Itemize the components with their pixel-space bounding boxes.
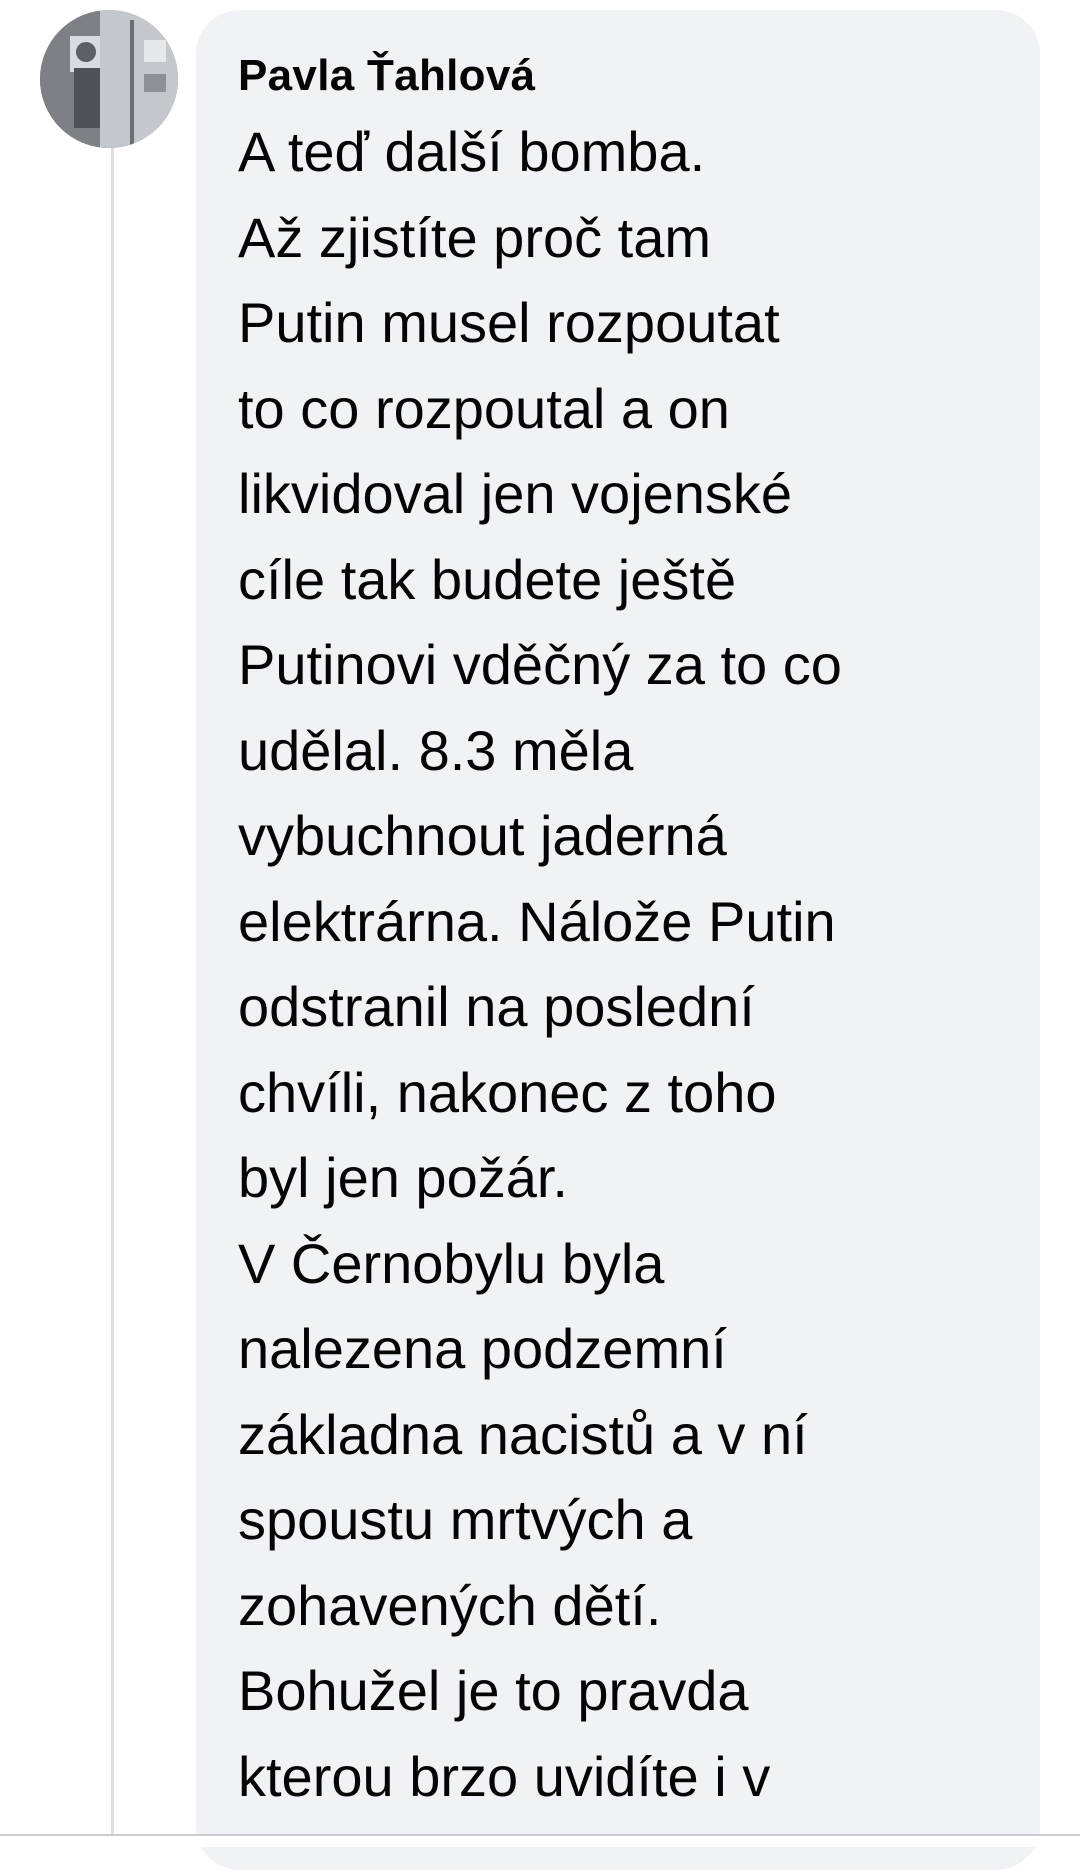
comment-line: elektrárna. Nálože Putin xyxy=(238,889,836,953)
comment-line: spoustu mrtvých a xyxy=(238,1488,693,1551)
comment-line: odstranil na poslední xyxy=(238,975,755,1038)
comment-line: Putin musel rozpoutat xyxy=(238,291,780,354)
comment-line: chvíli, nakonec z toho xyxy=(238,1060,777,1124)
comment-bubble: Pavla Ťahlová A teď další bomba. Až zjis… xyxy=(196,10,1040,1870)
comment-line: Bohužel je to pravda xyxy=(238,1659,749,1722)
comment-line: udělal. 8.3 měla xyxy=(238,718,634,782)
screenshot-bottom-rule xyxy=(0,1834,1080,1836)
comment-line: kterou brzo uvidíte i v xyxy=(238,1744,771,1808)
comment-line: cíle tak budete ještě xyxy=(238,547,737,611)
comment-line: V Černobylu byla xyxy=(238,1231,665,1295)
comment-text: A teď další bomba. Až zjistíte proč tam … xyxy=(238,109,1000,1819)
comment-line: zohavených dětí. xyxy=(238,1573,662,1637)
comment-line: základna nacistů a v ní xyxy=(238,1402,808,1466)
comment-line: Putinovi vděčný za to co xyxy=(238,633,842,696)
comment-line: nalezena podzemní xyxy=(238,1317,727,1380)
author-name[interactable]: Pavla Ťahlová xyxy=(238,46,1000,106)
author-avatar[interactable] xyxy=(40,10,178,148)
comment-line: Až zjistíte proč tam xyxy=(238,205,712,269)
comment-line: A teď další bomba. xyxy=(238,120,706,183)
profile-photo-icon xyxy=(40,10,178,148)
reply-thread-line xyxy=(111,145,114,1847)
comment-line: byl jen požár. xyxy=(238,1146,568,1209)
comment-line: to co rozpoutal a on xyxy=(238,376,730,440)
comment-line: likvidoval jen vojenské xyxy=(238,462,793,525)
comment-line: vybuchnout jaderná xyxy=(238,804,727,867)
